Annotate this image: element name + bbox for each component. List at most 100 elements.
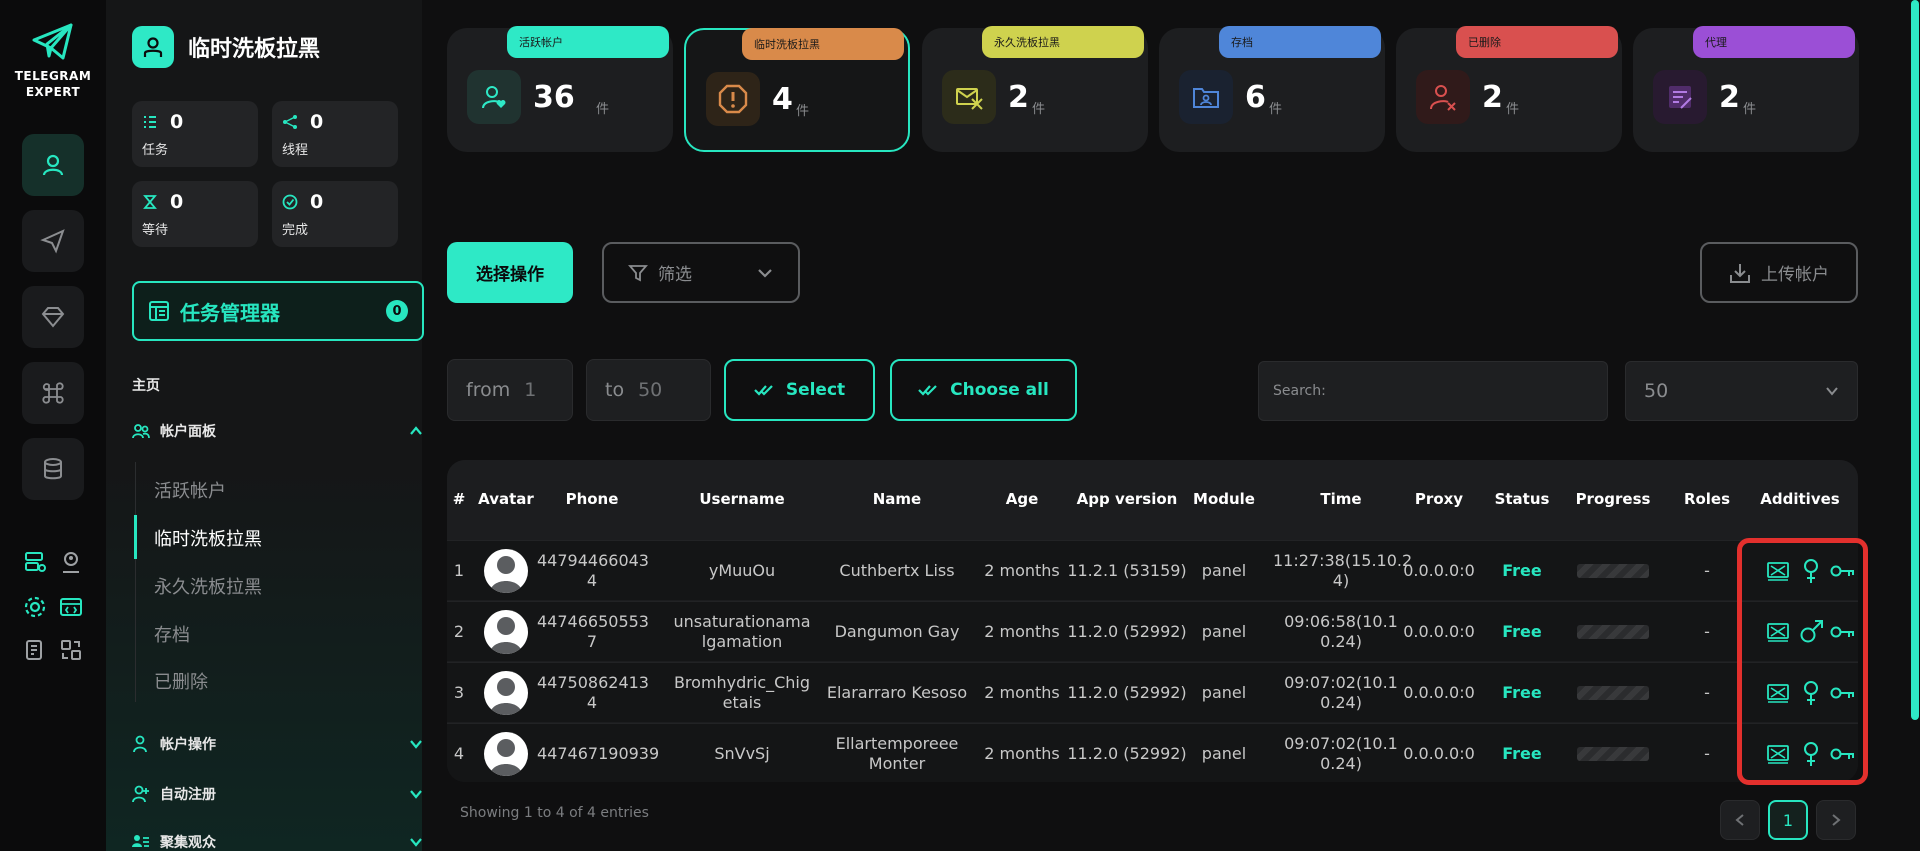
rail-send-button[interactable] bbox=[22, 210, 84, 272]
gear-icon[interactable] bbox=[21, 593, 49, 621]
section-account-panel[interactable]: 帐户面板 bbox=[132, 421, 424, 441]
cell-module: panel bbox=[1201, 622, 1247, 641]
col-header[interactable]: Module bbox=[1169, 490, 1279, 508]
logo: TELEGRAM EXPERT bbox=[0, 22, 106, 100]
sidebar-item-temp-ban[interactable]: 临时洗板拉黑 bbox=[154, 525, 262, 551]
task-manager-label: 任务管理器 bbox=[180, 300, 280, 325]
cell-line: etais bbox=[722, 693, 762, 712]
choose-all-button[interactable]: Choose all bbox=[890, 359, 1077, 421]
sidebar-item-archive[interactable]: 存档 bbox=[154, 621, 190, 647]
col-header[interactable]: Name bbox=[817, 490, 977, 508]
status-badge: Free bbox=[1502, 683, 1542, 702]
card-temp-ban[interactable]: 临时洗板拉黑 4 件 bbox=[684, 28, 910, 152]
sidebar-title: 临时洗板拉黑 bbox=[188, 37, 321, 62]
select-operation-button[interactable]: 选择操作 bbox=[447, 242, 573, 303]
chevron-right-icon bbox=[1832, 814, 1841, 826]
card-unit: 件 bbox=[1032, 102, 1046, 117]
cell-roles: - bbox=[1704, 683, 1710, 702]
col-header[interactable]: Age bbox=[972, 490, 1072, 508]
cell-phone: 44794466043 4 bbox=[537, 551, 649, 591]
next-page-button[interactable] bbox=[1816, 800, 1856, 840]
cell-age: 2 months bbox=[984, 744, 1060, 763]
home-label[interactable]: 主页 bbox=[132, 375, 160, 395]
server-settings-icon[interactable] bbox=[21, 548, 49, 576]
user-remove-icon bbox=[1416, 70, 1470, 124]
submenu-guide-line bbox=[135, 462, 136, 702]
card-proxy[interactable]: 代理 2 件 bbox=[1633, 26, 1859, 152]
cell-line: Ellartemporeee bbox=[835, 734, 959, 753]
select-range-button[interactable]: Select bbox=[724, 359, 875, 421]
section-account-ops[interactable]: 帐户操作 bbox=[132, 734, 424, 754]
rail-command-button[interactable] bbox=[22, 362, 84, 424]
app: TELEGRAM EXPERT 临时洗板拉黑 0 任务 0 线程 0 等待 0 … bbox=[0, 0, 1920, 851]
section-gather-audience[interactable]: 聚集观众 bbox=[132, 832, 424, 851]
col-header[interactable]: Proxy bbox=[1389, 490, 1489, 508]
sidebar-item-deleted[interactable]: 已删除 bbox=[154, 668, 208, 694]
prev-page-button[interactable] bbox=[1720, 800, 1760, 840]
location-user-icon[interactable] bbox=[57, 548, 85, 576]
chevron-down-icon bbox=[1826, 387, 1838, 396]
section-auto-register[interactable]: 自动注册 bbox=[132, 784, 424, 804]
stat-label: 完成 bbox=[282, 223, 309, 238]
range-to-input[interactable]: to 50 bbox=[586, 359, 711, 421]
table-row[interactable]: 3 44750862413 4 Bromhydric_Chig etais Elar… bbox=[447, 662, 1858, 722]
search-input[interactable] bbox=[1258, 361, 1608, 421]
task-manager-button[interactable]: 任务管理器 0 bbox=[132, 281, 424, 341]
avatar bbox=[484, 671, 528, 715]
database-icon bbox=[44, 458, 62, 480]
col-header[interactable]: Roles bbox=[1667, 490, 1747, 508]
card-tag: 存档 bbox=[1219, 26, 1381, 58]
rail-database-button[interactable] bbox=[22, 438, 84, 500]
user-plus-icon bbox=[132, 785, 150, 803]
code-window-icon[interactable] bbox=[57, 593, 85, 621]
card-perm-ban[interactable]: 永久洗板拉黑 2 件 bbox=[922, 26, 1148, 152]
cell-line: 7 bbox=[586, 632, 598, 651]
cell-username: unsaturationama lgamation bbox=[662, 612, 822, 652]
col-header[interactable]: Additives bbox=[1745, 490, 1855, 508]
page-size-select[interactable]: 50 bbox=[1625, 361, 1858, 421]
card-deleted[interactable]: 已删除 2 件 bbox=[1396, 26, 1622, 152]
card-active-accounts[interactable]: 活跃帐户 36 件 bbox=[447, 26, 673, 152]
card-unit: 件 bbox=[596, 102, 610, 117]
page-button-current[interactable]: 1 bbox=[1768, 800, 1808, 840]
rail-accounts-button[interactable] bbox=[22, 134, 84, 196]
range-from-input[interactable]: from 1 bbox=[447, 359, 573, 421]
col-header[interactable]: Avatar bbox=[475, 490, 537, 508]
hourglass-icon bbox=[142, 194, 158, 210]
cell-num: 2 bbox=[453, 622, 465, 641]
chevron-down-icon bbox=[758, 268, 772, 278]
table-row[interactable]: 2 44746650553 7 unsaturationama lgamation … bbox=[447, 601, 1858, 661]
stat-tasks: 0 任务 bbox=[132, 101, 258, 167]
col-header[interactable]: Phone bbox=[537, 490, 647, 508]
cell-line: 4 bbox=[586, 693, 598, 712]
col-header[interactable]: Status bbox=[1479, 490, 1565, 508]
scrollbar-thumb[interactable] bbox=[1911, 0, 1919, 720]
col-header[interactable]: # bbox=[452, 490, 466, 508]
progress-bar bbox=[1577, 747, 1649, 761]
card-archive[interactable]: 存档 6 件 bbox=[1159, 26, 1385, 152]
sidebar-item-active-accounts[interactable]: 活跃帐户 bbox=[154, 477, 226, 503]
swap-icon[interactable] bbox=[57, 636, 85, 664]
diamond-icon bbox=[41, 307, 65, 328]
col-header[interactable]: Progress bbox=[1565, 490, 1661, 508]
cell-age: 2 months bbox=[984, 561, 1060, 580]
stat-value: 0 bbox=[310, 191, 324, 213]
cell-module: panel bbox=[1201, 561, 1247, 580]
cell-proxy: 0.0.0.0:0 bbox=[1403, 744, 1475, 763]
sidebar-item-perm-ban[interactable]: 永久洗板拉黑 bbox=[154, 573, 262, 599]
scrollbar[interactable] bbox=[1910, 0, 1920, 851]
cell-module: panel bbox=[1201, 744, 1247, 763]
table-row[interactable]: 1 44794466043 4 yMuuOu Cuthbertx Liss 2 m… bbox=[447, 540, 1858, 600]
mail-blocked-icon bbox=[942, 70, 996, 124]
col-header[interactable]: Username bbox=[667, 490, 817, 508]
filter-dropdown[interactable]: 筛选 bbox=[602, 242, 800, 303]
users-icon bbox=[132, 422, 150, 440]
checklist-icon[interactable] bbox=[21, 636, 49, 664]
stat-threads: 0 线程 bbox=[272, 101, 398, 167]
section-label: 自动注册 bbox=[160, 787, 216, 803]
table-row[interactable]: 4 447467190939 SnVvSj Ellartemporeee Mont… bbox=[447, 723, 1858, 782]
cell-proxy: 0.0.0.0:0 bbox=[1403, 561, 1475, 580]
rail-premium-button[interactable] bbox=[22, 286, 84, 348]
filter-label: 筛选 bbox=[658, 265, 692, 285]
upload-account-button[interactable]: 上传帐户 bbox=[1700, 242, 1858, 303]
